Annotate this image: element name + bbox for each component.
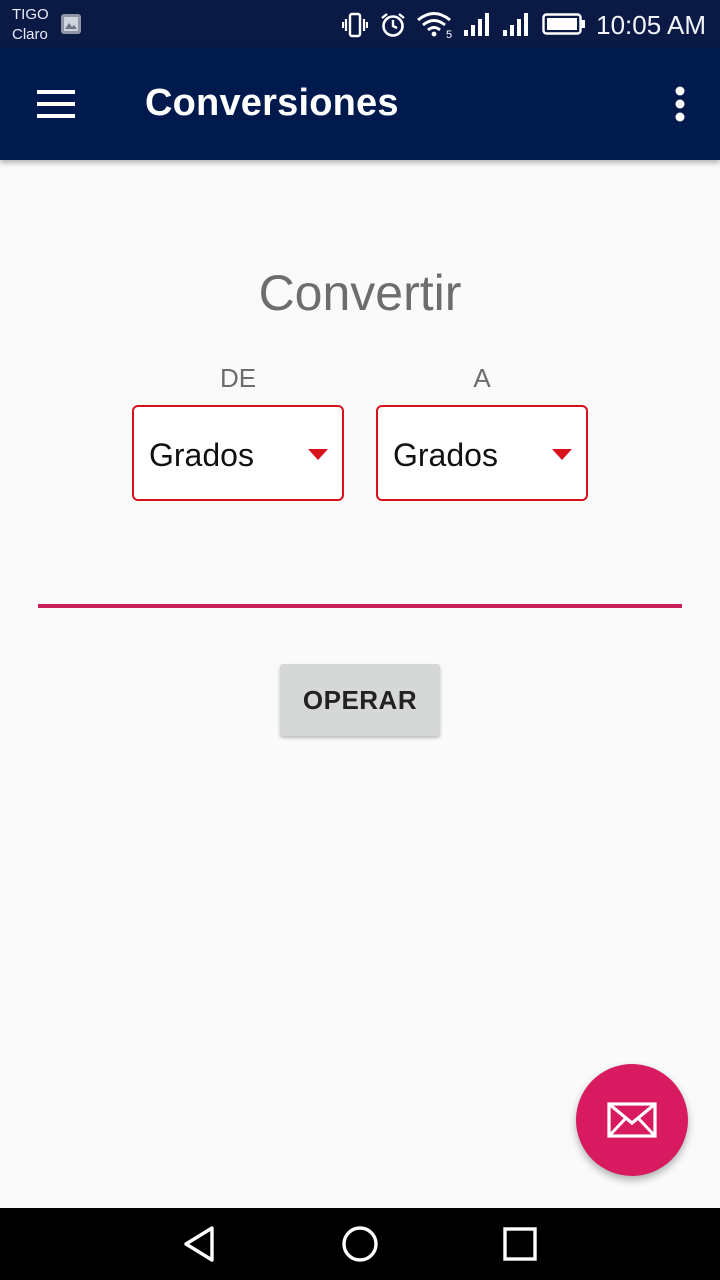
mail-icon [607, 1102, 657, 1138]
to-unit-value: Grados [393, 437, 498, 473]
home-icon[interactable] [340, 1224, 380, 1264]
hamburger-menu-icon [37, 90, 75, 118]
carrier-2: Claro [12, 26, 48, 43]
status-bar: TIGO Claro 5 10:05 AM [0, 0, 720, 48]
carrier-1: TIGO [12, 6, 49, 23]
app-bar: Conversiones [0, 48, 720, 160]
recents-icon[interactable] [500, 1224, 540, 1264]
from-unit-dropdown[interactable]: Grados [132, 405, 344, 501]
gallery-icon [61, 14, 81, 34]
alarm-icon [381, 13, 405, 37]
dropdown-arrow-icon [308, 449, 328, 460]
to-label: A [473, 363, 491, 393]
email-fab[interactable] [576, 1064, 688, 1176]
overflow-menu-button[interactable] [658, 72, 702, 136]
to-unit-dropdown[interactable]: Grados [376, 405, 588, 501]
battery-icon [542, 13, 585, 35]
app-title: Conversiones [145, 82, 399, 124]
signal-icon [464, 13, 489, 36]
clock: 10:05 AM [596, 10, 706, 40]
from-label: DE [219, 363, 257, 393]
menu-button[interactable] [22, 72, 90, 136]
more-vert-icon [675, 86, 685, 122]
wifi-icon: 5 [417, 12, 452, 39]
svg-text:5: 5 [446, 29, 452, 39]
operate-button[interactable]: OPERAR [280, 664, 440, 736]
navigation-bar [0, 1208, 720, 1280]
back-icon[interactable] [180, 1224, 220, 1264]
vibrate-icon [342, 12, 368, 38]
from-unit-value: Grados [149, 437, 254, 473]
carrier-names: TIGO Claro [12, 5, 49, 45]
value-input[interactable] [38, 540, 682, 608]
dropdown-arrow-icon [552, 449, 572, 460]
page-heading: Convertir [258, 265, 462, 321]
signal-icon [503, 13, 528, 36]
